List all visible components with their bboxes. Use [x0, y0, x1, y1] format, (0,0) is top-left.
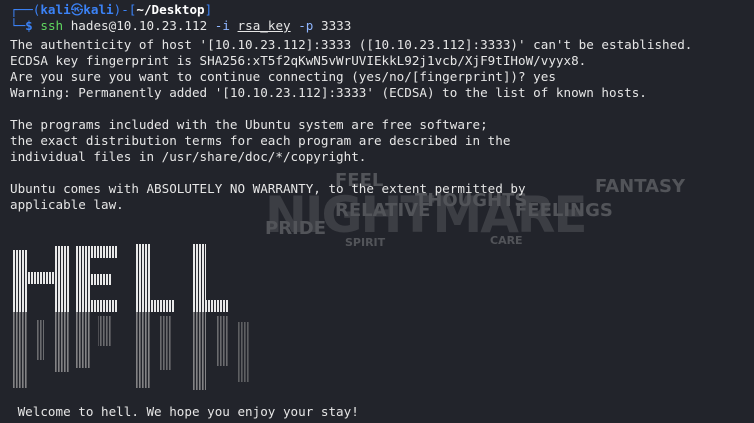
banner-letter-e	[76, 246, 118, 368]
command-port: 3333	[320, 18, 352, 33]
command-target: hades@10.10.23.112	[70, 18, 208, 33]
wallpaper-word: CARE	[490, 234, 523, 247]
wallpaper-word: SPIRIT	[345, 236, 386, 249]
output-line: The programs included with the Ubuntu sy…	[10, 117, 488, 132]
welcome-message: Welcome to hell. We hope you enjoy your …	[10, 404, 359, 419]
prompt-host: kali	[83, 2, 114, 17]
output-line: Warning: Permanently added '[10.10.23.11…	[10, 85, 647, 100]
prompt-line: ┌──(kali㉿kali)-[~/Desktop]	[10, 2, 212, 18]
command-flag-identity: -i	[214, 18, 230, 33]
output-line: Ubuntu comes with ABSOLUTELY NO WARRANTY…	[10, 181, 526, 196]
prompt-directory: ~/Desktop	[136, 2, 205, 17]
output-line: ECDSA key fingerprint is SHA256:xT5f2qKw…	[10, 53, 587, 68]
command-line[interactable]: └─$ ssh hades@10.10.23.112 -i rsa_key -p…	[10, 18, 351, 34]
prompt-arrow: └─	[10, 18, 26, 33]
terminal-window[interactable]: NIGHTMARE FEEL THOUGHTS RELATIVE FEELING…	[0, 0, 754, 423]
output-line: the exact distribution terms for each pr…	[10, 133, 511, 148]
wallpaper-word: FANTASY	[595, 176, 686, 197]
wallpaper-word: PRIDE	[265, 218, 326, 239]
prompt-mid: )-[	[113, 2, 137, 17]
wallpaper-word: RELATIVE	[335, 200, 431, 221]
hell-ascii-banner	[12, 244, 250, 390]
prompt-at: ㉿	[70, 2, 84, 17]
command-key-file: rsa_key	[237, 18, 291, 33]
prompt-open: ┌──(	[10, 2, 41, 17]
prompt-close: ]	[204, 2, 213, 17]
banner-letter-l1	[136, 244, 174, 388]
prompt-dollar: $	[25, 18, 33, 33]
output-line: The authenticity of host '[10.10.23.112]…	[10, 37, 693, 52]
output-line: applicable law.	[10, 197, 124, 212]
wallpaper-word: FEELINGS	[515, 200, 613, 221]
output-line: individual files in /usr/share/doc/*/cop…	[10, 149, 367, 164]
banner-letter-l2	[192, 244, 250, 390]
command-flag-port: -p	[298, 18, 314, 33]
prompt-user: kali	[40, 2, 71, 17]
output-line: Are you sure you want to continue connec…	[10, 69, 556, 84]
command-program: ssh	[40, 18, 64, 33]
banner-letter-h	[12, 246, 70, 388]
